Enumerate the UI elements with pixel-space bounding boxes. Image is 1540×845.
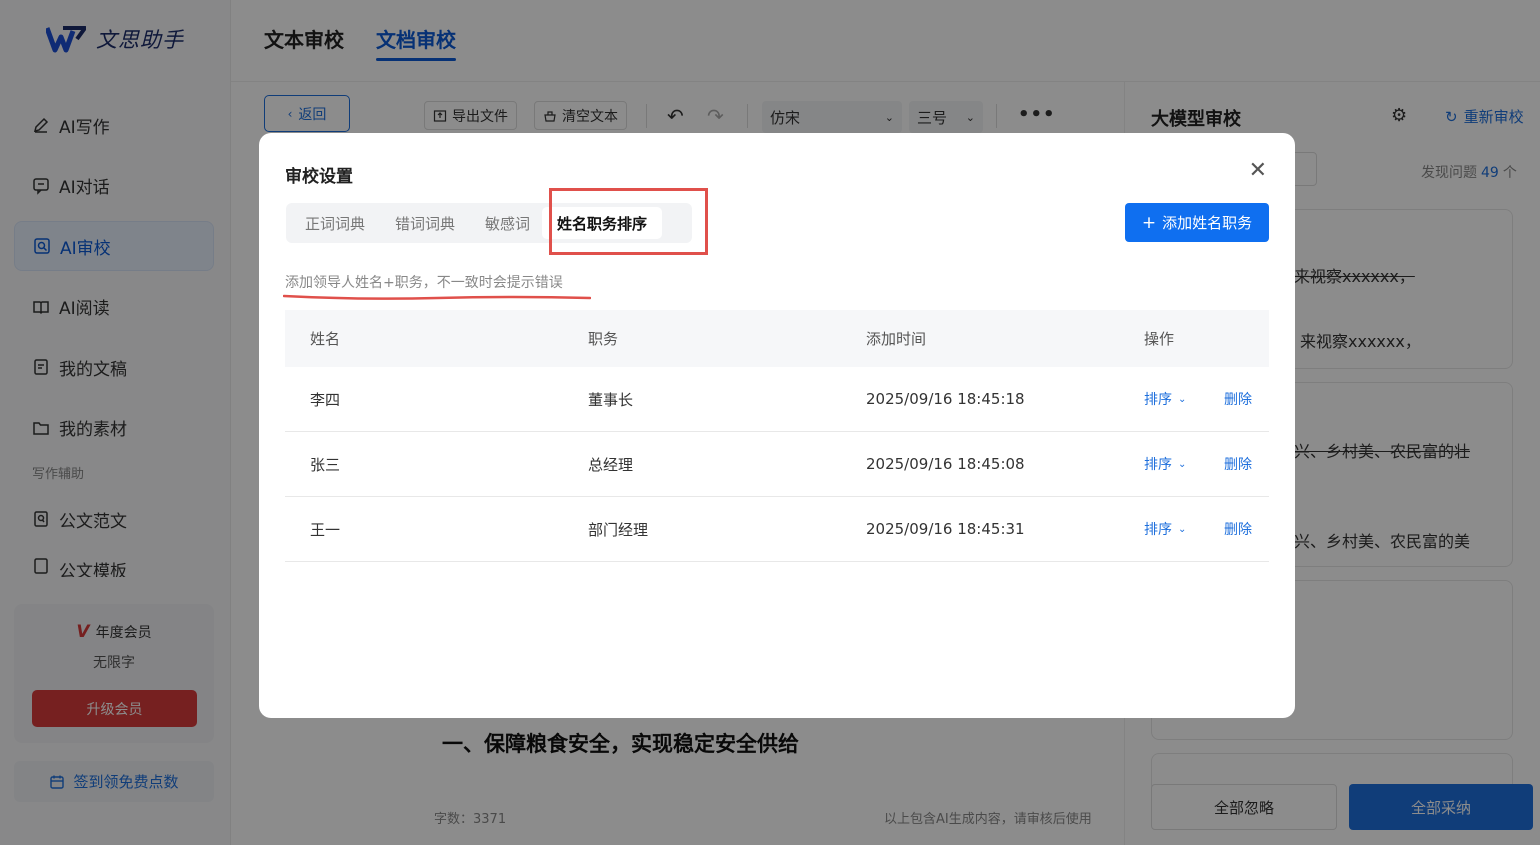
- proofread-settings-dialog: 审校设置 ✕ 正词词典 错词词典 敏感词 姓名 职务排序 + 添加姓名职务 添加领…: [259, 133, 1295, 718]
- annotation-highlight-box: [549, 188, 708, 255]
- delete-link[interactable]: 删除: [1224, 389, 1252, 409]
- sort-label: 排序: [1144, 392, 1172, 408]
- cell-title: 董事长: [588, 390, 634, 409]
- column-header-time: 添加时间: [866, 330, 927, 348]
- table-row: 李四 董事长 2025/09/16 18:45:18 排序 ⌄ 删除: [285, 367, 1269, 432]
- cell-name: 王一: [310, 520, 341, 539]
- tab-wrong-dictionary[interactable]: 错词词典: [380, 207, 470, 239]
- column-header-title: 职务: [588, 330, 619, 348]
- sort-dropdown[interactable]: 排序 ⌄: [1144, 519, 1224, 539]
- delete-link[interactable]: 删除: [1224, 454, 1252, 474]
- cell-title: 总经理: [588, 455, 634, 474]
- cell-name: 李四: [310, 390, 341, 409]
- hint-text: 添加领导人姓名+职务，不一致时会提示错误: [285, 275, 563, 291]
- sort-dropdown[interactable]: 排序 ⌄: [1144, 389, 1224, 409]
- chevron-down-icon: ⌄: [1178, 523, 1187, 535]
- table-row: 王一 部门经理 2025/09/16 18:45:31 排序 ⌄ 删除: [285, 497, 1269, 562]
- cell-actions: 排序 ⌄ 删除: [1119, 389, 1269, 409]
- sort-label: 排序: [1144, 457, 1172, 473]
- sort-dropdown[interactable]: 排序 ⌄: [1144, 454, 1224, 474]
- plus-icon: +: [1141, 212, 1157, 233]
- annotation-underline: [283, 294, 591, 300]
- dialog-title: 审校设置: [285, 167, 353, 187]
- cell-time: 2025/09/16 18:45:08: [866, 455, 1025, 473]
- sort-label: 排序: [1144, 522, 1172, 538]
- cell-actions: 排序 ⌄ 删除: [1119, 454, 1269, 474]
- delete-link[interactable]: 删除: [1224, 519, 1252, 539]
- table-row: 张三 总经理 2025/09/16 18:45:08 排序 ⌄ 删除: [285, 432, 1269, 497]
- tab-correct-dictionary[interactable]: 正词词典: [290, 207, 380, 239]
- chevron-down-icon: ⌄: [1178, 393, 1187, 405]
- name-title-table: 姓名 职务 添加时间 操作 李四 董事长 2025/09/16 18:45:18…: [285, 310, 1269, 562]
- cell-time: 2025/09/16 18:45:18: [866, 390, 1025, 408]
- close-icon[interactable]: ✕: [1249, 160, 1267, 182]
- column-header-actions: 操作: [1144, 330, 1175, 348]
- column-header-name: 姓名: [310, 330, 341, 348]
- tab-sensitive-words[interactable]: 敏感词: [470, 207, 542, 239]
- cell-name: 张三: [310, 455, 341, 474]
- table-header: 姓名 职务 添加时间 操作: [285, 310, 1269, 367]
- cell-title: 部门经理: [588, 520, 649, 539]
- add-name-title-button[interactable]: + 添加姓名职务: [1125, 203, 1269, 242]
- cell-time: 2025/09/16 18:45:31: [866, 520, 1025, 538]
- cell-actions: 排序 ⌄ 删除: [1119, 519, 1269, 539]
- chevron-down-icon: ⌄: [1178, 458, 1187, 470]
- add-button-label: 添加姓名职务: [1162, 214, 1253, 232]
